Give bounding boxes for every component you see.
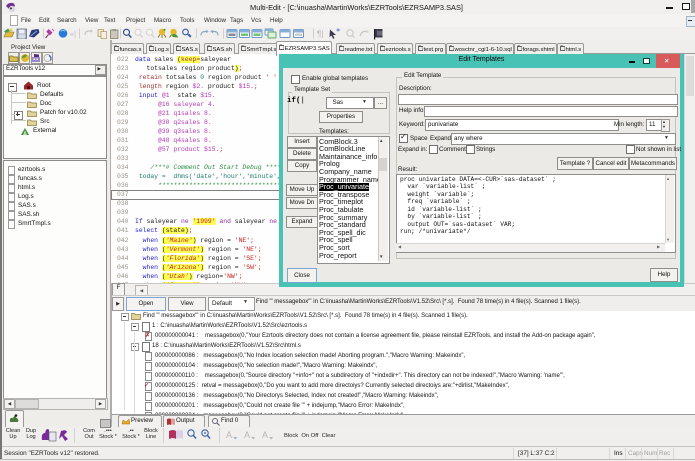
svg-text:A: A — [262, 430, 268, 440]
svg-text:A: A — [244, 430, 250, 440]
svg-text:«|: «| — [70, 30, 77, 39]
svg-text:¶|: ¶| — [317, 30, 323, 39]
svg-text:A: A — [226, 430, 232, 440]
